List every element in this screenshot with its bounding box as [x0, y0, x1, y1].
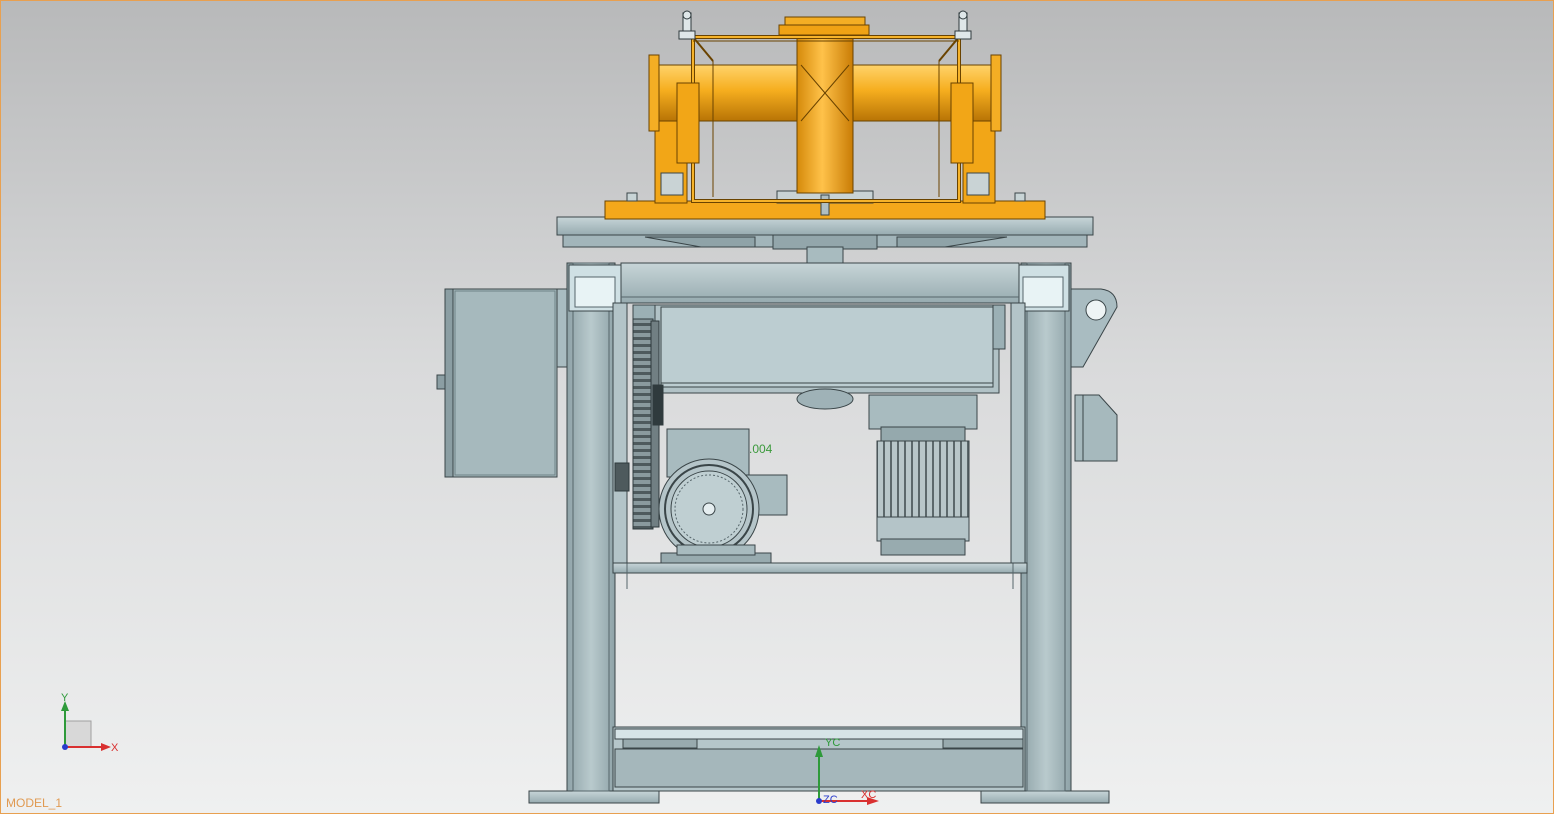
graphics-viewport[interactable]: .004 YC XC ZC Y X MODEL_1 — [0, 0, 1554, 814]
wcs-yc-label: YC — [825, 737, 840, 749]
dimension-label[interactable]: .004 — [749, 442, 773, 456]
foot-plate-right — [980, 790, 1110, 804]
wcs-xc-label: XC — [861, 789, 876, 801]
view-triad[interactable]: Y X — [61, 692, 119, 754]
gearbox-housing[interactable] — [632, 304, 1006, 410]
orange-fixture[interactable] — [604, 16, 1046, 220]
triad-y-label: Y — [61, 692, 69, 704]
column-right — [1020, 262, 1072, 792]
foot-plate-left — [528, 790, 660, 804]
wcs-zc-label: ZC — [823, 794, 838, 806]
cad-model-view[interactable]: .004 YC XC ZC Y X — [1, 1, 1553, 813]
triad-x-label: X — [111, 742, 119, 754]
right-bracket[interactable] — [1074, 394, 1118, 462]
control-box[interactable] — [436, 288, 558, 478]
finned-motor[interactable] — [868, 394, 978, 556]
column-left — [566, 262, 616, 792]
model-name-label: MODEL_1 — [6, 796, 63, 810]
middle-rail — [612, 562, 1028, 574]
turntable[interactable] — [556, 216, 1094, 264]
